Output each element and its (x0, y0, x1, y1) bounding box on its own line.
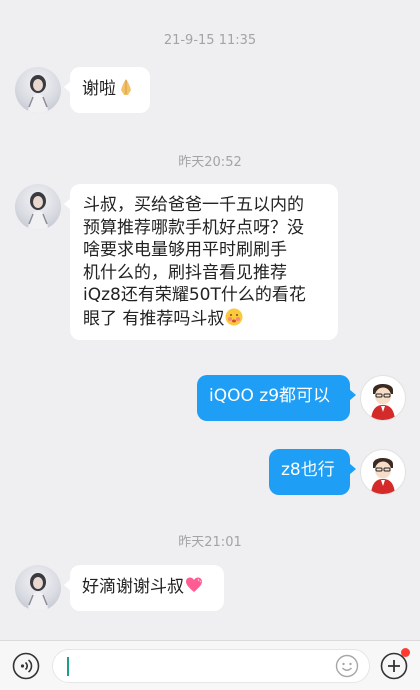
message-bubble-outgoing[interactable]: iQOO z9都可以 (197, 375, 356, 421)
message-text-line: 机什么的，刷抖音看见推荐 (83, 262, 287, 283)
chat-area[interactable]: 21-9-15 11:35 谢啦 昨天20:52 斗叔，买给爸爸一千五以内的 预… (0, 0, 420, 640)
message-bubble-outgoing[interactable]: z8也行 (269, 449, 356, 495)
message-input[interactable] (52, 649, 370, 683)
message-text-line: 啥要求电量够用平时刷刷手 (83, 240, 287, 261)
timestamp: 昨天21:01 (178, 535, 242, 550)
message-text: 谢啦 (82, 79, 116, 99)
message-text: z8也行 (281, 460, 335, 480)
message-bubble[interactable]: 谢啦 (64, 67, 150, 113)
my-avatar[interactable] (360, 449, 406, 495)
contact-avatar[interactable] (15, 67, 61, 113)
emoji-button[interactable] (335, 654, 359, 678)
notification-dot (401, 648, 410, 657)
folded-hands-emoji-icon (116, 77, 136, 104)
timestamp: 21-9-15 11:35 (163, 33, 257, 48)
heart-emoji-icon (184, 575, 204, 602)
smiley-icon (335, 654, 359, 678)
contact-avatar[interactable] (15, 184, 61, 230)
message-bubble[interactable]: 好滴谢谢斗叔 (64, 565, 224, 611)
blushing-face-emoji-icon (224, 307, 244, 334)
message-text: 好滴谢谢斗叔 (82, 577, 184, 597)
voice-button[interactable] (12, 652, 40, 680)
text-cursor (67, 657, 69, 676)
voice-icon (12, 652, 40, 680)
message-text-line: iQz8还有荣耀50T什么的看花 (83, 285, 306, 306)
timestamp: 昨天20:52 (178, 155, 242, 170)
contact-avatar[interactable] (15, 565, 61, 611)
message-text: iQOO z9都可以 (209, 386, 331, 406)
message-bubble[interactable]: 斗叔，买给爸爸一千五以内的 预算推荐哪款手机好点呀？没 啥要求电量够用平时刷刷手… (64, 184, 338, 340)
message-text-line: 斗叔，买给爸爸一千五以内的 (83, 195, 304, 215)
message-input-bar (0, 640, 420, 690)
message-text-line: 眼了 有推荐吗斗叔 (83, 308, 225, 329)
my-avatar[interactable] (360, 375, 406, 421)
message-text-line: 预算推荐哪款手机好点呀？没 (83, 217, 304, 238)
